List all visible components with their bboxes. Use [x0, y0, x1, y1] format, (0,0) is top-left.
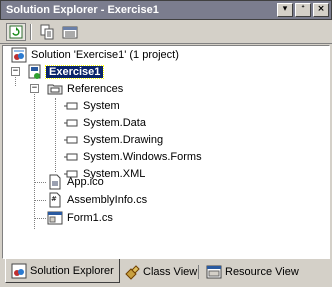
window-title: Solution Explorer - Exercise1	[6, 4, 159, 16]
reference-icon	[64, 102, 78, 110]
refresh-button[interactable]	[6, 23, 26, 41]
tab-class-view[interactable]: Class View	[119, 261, 202, 283]
tab-resource-view[interactable]: Resource View	[201, 261, 304, 283]
reference-icon	[64, 136, 78, 144]
close-button[interactable]: ×	[313, 3, 329, 17]
show-all-files-icon	[40, 24, 54, 40]
tree-connector	[55, 98, 56, 172]
tree-connector	[34, 200, 46, 201]
tab-label: Class View	[143, 266, 198, 278]
file-label: AssemblyInfo.cs	[67, 194, 148, 206]
references-folder-icon	[47, 84, 63, 95]
tree-item-solution[interactable]: Solution 'Exercise1' (1 project)	[11, 46, 179, 64]
tree-item-reference[interactable]: System	[63, 97, 120, 115]
properties-icon	[62, 26, 78, 39]
tree-item-file-assemblyinfo[interactable]: # AssemblyInfo.cs	[47, 191, 147, 209]
tree-item-project[interactable]: Exercise1	[27, 63, 105, 81]
tree-item-reference[interactable]: System.Data	[63, 114, 146, 132]
tree-item-file-form1[interactable]: Form1.cs	[47, 209, 113, 227]
window-title-bar[interactable]: Solution Explorer - Exercise1 ▾ ᐩ ×	[0, 0, 332, 20]
references-label: References	[67, 83, 124, 95]
reference-label: System.Windows.Forms	[83, 151, 202, 163]
file-label: App.ico	[67, 176, 104, 188]
resource-view-icon	[206, 265, 222, 279]
reference-icon	[64, 119, 78, 127]
show-all-files-button[interactable]	[37, 23, 57, 41]
class-view-icon	[125, 265, 140, 280]
reference-label: System.Data	[83, 117, 146, 129]
references-collapse-toggle[interactable]: −	[30, 84, 39, 93]
svg-text:#: #	[51, 195, 57, 203]
reference-label: System.Drawing	[83, 134, 164, 146]
project-icon	[28, 64, 41, 79]
tree-connector	[34, 182, 46, 183]
solution-tree[interactable]: Solution 'Exercise1' (1 project) − Exerc…	[2, 45, 330, 259]
toolbar	[0, 20, 332, 44]
tree-item-file-app-ico[interactable]: App.ico	[47, 173, 104, 191]
tab-label: Solution Explorer	[30, 264, 114, 277]
file-label: Form1.cs	[67, 212, 113, 224]
properties-button[interactable]	[60, 23, 80, 41]
tab-label: Resource View	[225, 266, 299, 278]
reference-label: System	[83, 100, 120, 112]
dropdown-button[interactable]: ▾	[277, 3, 293, 17]
cs-file-icon: #	[49, 192, 61, 208]
tree-connector	[34, 218, 46, 219]
reference-icon	[64, 153, 78, 161]
solution-explorer-icon	[11, 263, 27, 278]
tab-strip: Solution Explorer Class View Resource Vi…	[0, 259, 332, 287]
pin-button[interactable]: ᐩ	[295, 3, 311, 17]
refresh-icon	[9, 25, 23, 39]
tree-item-references[interactable]: References	[47, 80, 123, 98]
project-collapse-toggle[interactable]: −	[11, 67, 20, 76]
solution-label: Solution 'Exercise1' (1 project)	[31, 49, 179, 61]
tree-item-reference[interactable]: System.Drawing	[63, 131, 163, 149]
solution-icon	[11, 47, 27, 63]
tab-solution-explorer[interactable]: Solution Explorer	[5, 259, 120, 283]
icon-file-icon	[49, 174, 61, 190]
toolbar-separator	[30, 24, 32, 40]
tree-item-reference[interactable]: System.Windows.Forms	[63, 148, 202, 166]
form-file-icon	[47, 211, 63, 225]
project-label: Exercise1	[44, 65, 105, 79]
tree-connector	[34, 84, 35, 229]
tab-separator	[198, 265, 199, 279]
